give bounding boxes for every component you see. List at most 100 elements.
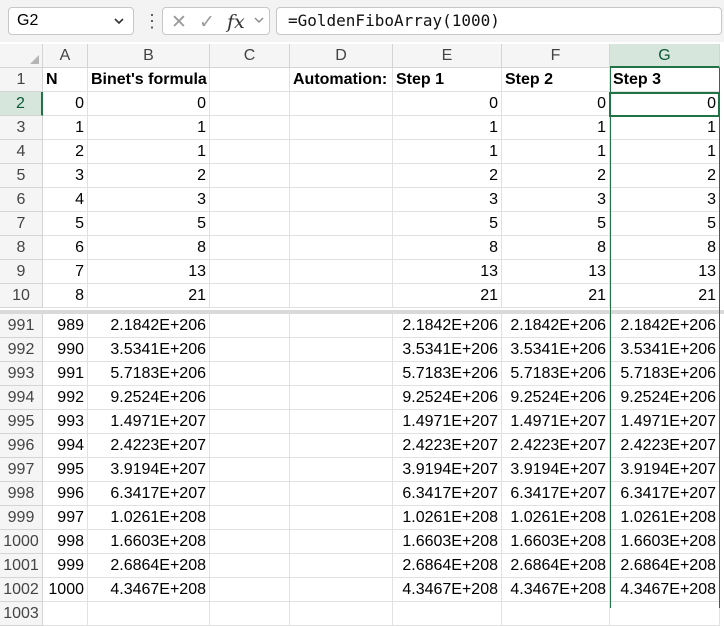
row-header[interactable]: 991 [0, 314, 43, 338]
row-header[interactable]: 10 [0, 284, 43, 308]
cell-g4[interactable]: 1 [610, 140, 720, 164]
cell-b993[interactable]: 5.7183E+206 [88, 362, 210, 386]
cell-f994[interactable]: 9.2524E+206 [502, 386, 610, 410]
row-header[interactable]: 4 [0, 140, 43, 164]
row-header[interactable]: 6 [0, 188, 43, 212]
cell-g1002[interactable]: 4.3467E+208 [610, 578, 720, 602]
cell-f993[interactable]: 5.7183E+206 [502, 362, 610, 386]
cell-c1003[interactable] [210, 602, 290, 626]
cell-a991[interactable]: 989 [43, 314, 88, 338]
fx-icon[interactable]: fx [227, 11, 245, 33]
cell-f7[interactable]: 5 [502, 212, 610, 236]
cell-d999[interactable] [290, 506, 393, 530]
cell-f1002[interactable]: 4.3467E+208 [502, 578, 610, 602]
cell-e991[interactable]: 2.1842E+206 [393, 314, 502, 338]
cell-d3[interactable] [290, 116, 393, 140]
cell-b1[interactable]: Binet's formula [88, 68, 210, 92]
cell-d1[interactable]: Automation: [290, 68, 393, 92]
cell-b8[interactable]: 8 [88, 236, 210, 260]
cell-f991[interactable]: 2.1842E+206 [502, 314, 610, 338]
cell-c998[interactable] [210, 482, 290, 506]
cell-g6[interactable]: 3 [610, 188, 720, 212]
cell-g7[interactable]: 5 [610, 212, 720, 236]
cell-g10[interactable]: 21 [610, 284, 720, 308]
cell-c993[interactable] [210, 362, 290, 386]
cell-e1000[interactable]: 1.6603E+208 [393, 530, 502, 554]
cell-b1000[interactable]: 1.6603E+208 [88, 530, 210, 554]
row-header[interactable]: 1003 [0, 602, 43, 626]
cell-e1[interactable]: Step 1 [393, 68, 502, 92]
cell-b4[interactable]: 1 [88, 140, 210, 164]
cell-b3[interactable]: 1 [88, 116, 210, 140]
cell-a992[interactable]: 990 [43, 338, 88, 362]
cell-b5[interactable]: 2 [88, 164, 210, 188]
cell-c1000[interactable] [210, 530, 290, 554]
cell-e998[interactable]: 6.3417E+207 [393, 482, 502, 506]
cell-g994[interactable]: 9.2524E+206 [610, 386, 720, 410]
cell-g997[interactable]: 3.9194E+207 [610, 458, 720, 482]
cell-f999[interactable]: 1.0261E+208 [502, 506, 610, 530]
cell-d6[interactable] [290, 188, 393, 212]
chevron-down-icon[interactable] [113, 15, 125, 30]
cell-f995[interactable]: 1.4971E+207 [502, 410, 610, 434]
cell-e993[interactable]: 5.7183E+206 [393, 362, 502, 386]
cell-e8[interactable]: 8 [393, 236, 502, 260]
cell-d1003[interactable] [290, 602, 393, 626]
row-header[interactable]: 1002 [0, 578, 43, 602]
cell-e9[interactable]: 13 [393, 260, 502, 284]
cell-a1003[interactable] [43, 602, 88, 626]
cell-g996[interactable]: 2.4223E+207 [610, 434, 720, 458]
cell-e1001[interactable]: 2.6864E+208 [393, 554, 502, 578]
cell-f9[interactable]: 13 [502, 260, 610, 284]
cell-a2[interactable]: 0 [43, 92, 88, 116]
name-box[interactable]: G2 [8, 7, 134, 35]
chevron-down-icon[interactable] [253, 10, 265, 36]
cell-a3[interactable]: 1 [43, 116, 88, 140]
cell-e1003[interactable] [393, 602, 502, 626]
cell-d997[interactable] [290, 458, 393, 482]
cell-d4[interactable] [290, 140, 393, 164]
cell-c1[interactable] [210, 68, 290, 92]
cell-c1001[interactable] [210, 554, 290, 578]
cell-d995[interactable] [290, 410, 393, 434]
row-header[interactable]: 1 [0, 68, 43, 92]
cell-g1000[interactable]: 1.6603E+208 [610, 530, 720, 554]
cell-c1002[interactable] [210, 578, 290, 602]
cell-d1000[interactable] [290, 530, 393, 554]
check-icon[interactable]: ✓ [199, 11, 215, 34]
select-all-corner[interactable] [0, 44, 43, 68]
formula-input[interactable]: =GoldenFiboArray(1000) [276, 7, 722, 35]
column-header-e[interactable]: E [393, 44, 502, 68]
cell-b997[interactable]: 3.9194E+207 [88, 458, 210, 482]
cell-e3[interactable]: 1 [393, 116, 502, 140]
cell-f6[interactable]: 3 [502, 188, 610, 212]
cell-a1002[interactable]: 1000 [43, 578, 88, 602]
cell-b1003[interactable] [88, 602, 210, 626]
cell-d991[interactable] [290, 314, 393, 338]
cell-f5[interactable]: 2 [502, 164, 610, 188]
cell-g995[interactable]: 1.4971E+207 [610, 410, 720, 434]
cell-d992[interactable] [290, 338, 393, 362]
cell-b998[interactable]: 6.3417E+207 [88, 482, 210, 506]
cell-a5[interactable]: 3 [43, 164, 88, 188]
cell-b994[interactable]: 9.2524E+206 [88, 386, 210, 410]
cell-e4[interactable]: 1 [393, 140, 502, 164]
cell-b992[interactable]: 3.5341E+206 [88, 338, 210, 362]
cell-a996[interactable]: 994 [43, 434, 88, 458]
cell-g993[interactable]: 5.7183E+206 [610, 362, 720, 386]
cell-a1000[interactable]: 998 [43, 530, 88, 554]
column-header-d[interactable]: D [290, 44, 393, 68]
cell-e994[interactable]: 9.2524E+206 [393, 386, 502, 410]
cell-b1001[interactable]: 2.6864E+208 [88, 554, 210, 578]
cell-f1001[interactable]: 2.6864E+208 [502, 554, 610, 578]
row-header[interactable]: 999 [0, 506, 43, 530]
cell-a7[interactable]: 5 [43, 212, 88, 236]
row-header[interactable]: 2 [0, 92, 43, 116]
cell-e5[interactable]: 2 [393, 164, 502, 188]
row-header[interactable]: 8 [0, 236, 43, 260]
pane-split-divider[interactable] [0, 310, 724, 314]
row-header[interactable]: 994 [0, 386, 43, 410]
cell-c991[interactable] [210, 314, 290, 338]
cell-a9[interactable]: 7 [43, 260, 88, 284]
cell-b996[interactable]: 2.4223E+207 [88, 434, 210, 458]
